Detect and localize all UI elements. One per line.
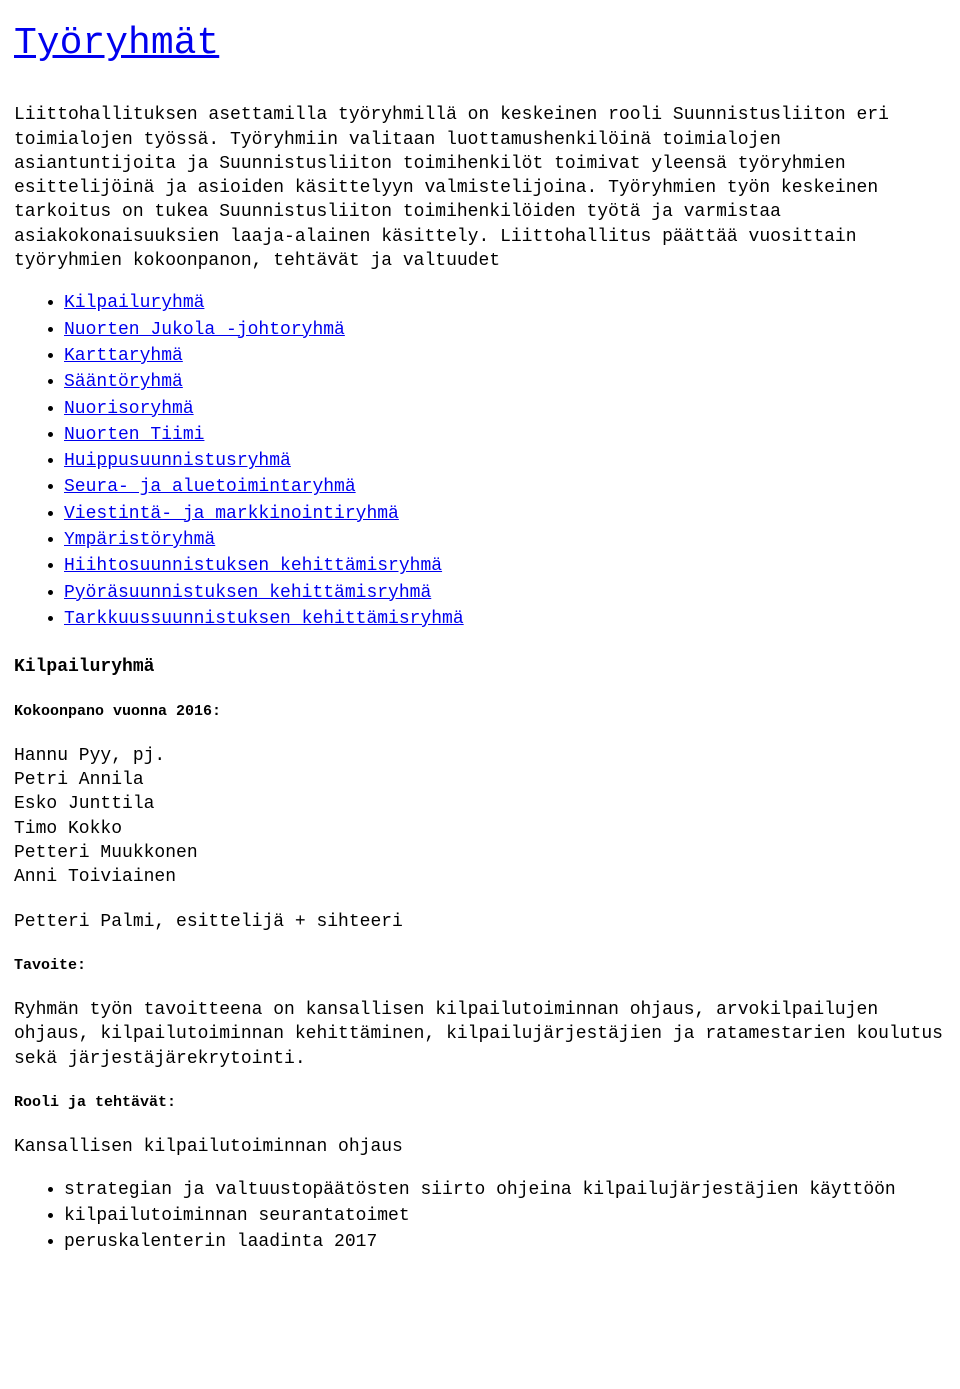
goal-label: Tavoite: xyxy=(14,956,946,976)
member-list: Hannu Pyy, pj. Petri Annila Esko Junttil… xyxy=(14,744,946,890)
list-item: Nuorten Tiimi xyxy=(64,423,946,447)
group-link[interactable]: Hiihtosuunnistuksen kehittämisryhmä xyxy=(64,556,442,576)
group-link[interactable]: Seura- ja aluetoimintaryhmä xyxy=(64,477,356,497)
member-item: Petri Annila xyxy=(14,768,946,792)
list-item: Tarkkuussuunnistuksen kehittämisryhmä xyxy=(64,607,946,631)
list-item: Ympäristöryhmä xyxy=(64,528,946,552)
intro-paragraph: Liittohallituksen asettamilla työryhmill… xyxy=(14,103,946,273)
list-item: Pyöräsuunnistuksen kehittämisryhmä xyxy=(64,581,946,605)
list-item: Sääntöryhmä xyxy=(64,370,946,394)
section-heading-kilpailuryhma: Kilpailuryhmä xyxy=(14,655,946,679)
list-item: Nuorisoryhmä xyxy=(64,397,946,421)
group-link[interactable]: Viestintä- ja markkinointiryhmä xyxy=(64,504,399,524)
tasks-list: strategian ja valtuustopäätösten siirto … xyxy=(14,1178,946,1255)
list-item: Nuorten Jukola -johtoryhmä xyxy=(64,318,946,342)
composition-label: Kokoonpano vuonna 2016: xyxy=(14,702,946,722)
group-link[interactable]: Sääntöryhmä xyxy=(64,372,183,392)
group-link[interactable]: Kilpailuryhmä xyxy=(64,293,204,313)
list-item: Hiihtosuunnistuksen kehittämisryhmä xyxy=(64,554,946,578)
task-item: kilpailutoiminnan seurantatoimet xyxy=(64,1204,946,1228)
goal-text: Ryhmän työn tavoitteena on kansallisen k… xyxy=(14,998,946,1071)
member-item: Timo Kokko xyxy=(14,817,946,841)
list-item: Huippusuunnistusryhmä xyxy=(64,449,946,473)
member-item: Petteri Muukkonen xyxy=(14,841,946,865)
group-link[interactable]: Pyöräsuunnistuksen kehittämisryhmä xyxy=(64,583,431,603)
group-link[interactable]: Nuorten Tiimi xyxy=(64,425,204,445)
secretary-line: Petteri Palmi, esittelijä + sihteeri xyxy=(14,910,946,934)
group-link[interactable]: Ympäristöryhmä xyxy=(64,530,215,550)
task-item: strategian ja valtuustopäätösten siirto … xyxy=(64,1178,946,1202)
member-item: Esko Junttila xyxy=(14,792,946,816)
task-item: peruskalenterin laadinta 2017 xyxy=(64,1230,946,1254)
group-links-list: Kilpailuryhmä Nuorten Jukola -johtoryhmä… xyxy=(14,291,946,631)
group-link[interactable]: Huippusuunnistusryhmä xyxy=(64,451,291,471)
group-link[interactable]: Karttaryhmä xyxy=(64,346,183,366)
list-item: Seura- ja aluetoimintaryhmä xyxy=(64,475,946,499)
member-item: Anni Toiviainen xyxy=(14,865,946,889)
member-item: Hannu Pyy, pj. xyxy=(14,744,946,768)
list-item: Viestintä- ja markkinointiryhmä xyxy=(64,502,946,526)
group-link[interactable]: Nuorisoryhmä xyxy=(64,399,194,419)
list-item: Kilpailuryhmä xyxy=(64,291,946,315)
page-title: Työryhmät xyxy=(14,18,946,69)
tasks-label: Rooli ja tehtävät: xyxy=(14,1093,946,1113)
group-link[interactable]: Nuorten Jukola -johtoryhmä xyxy=(64,320,345,340)
group-link[interactable]: Tarkkuussuunnistuksen kehittämisryhmä xyxy=(64,609,464,629)
tasks-heading: Kansallisen kilpailutoiminnan ohjaus xyxy=(14,1135,946,1159)
list-item: Karttaryhmä xyxy=(64,344,946,368)
